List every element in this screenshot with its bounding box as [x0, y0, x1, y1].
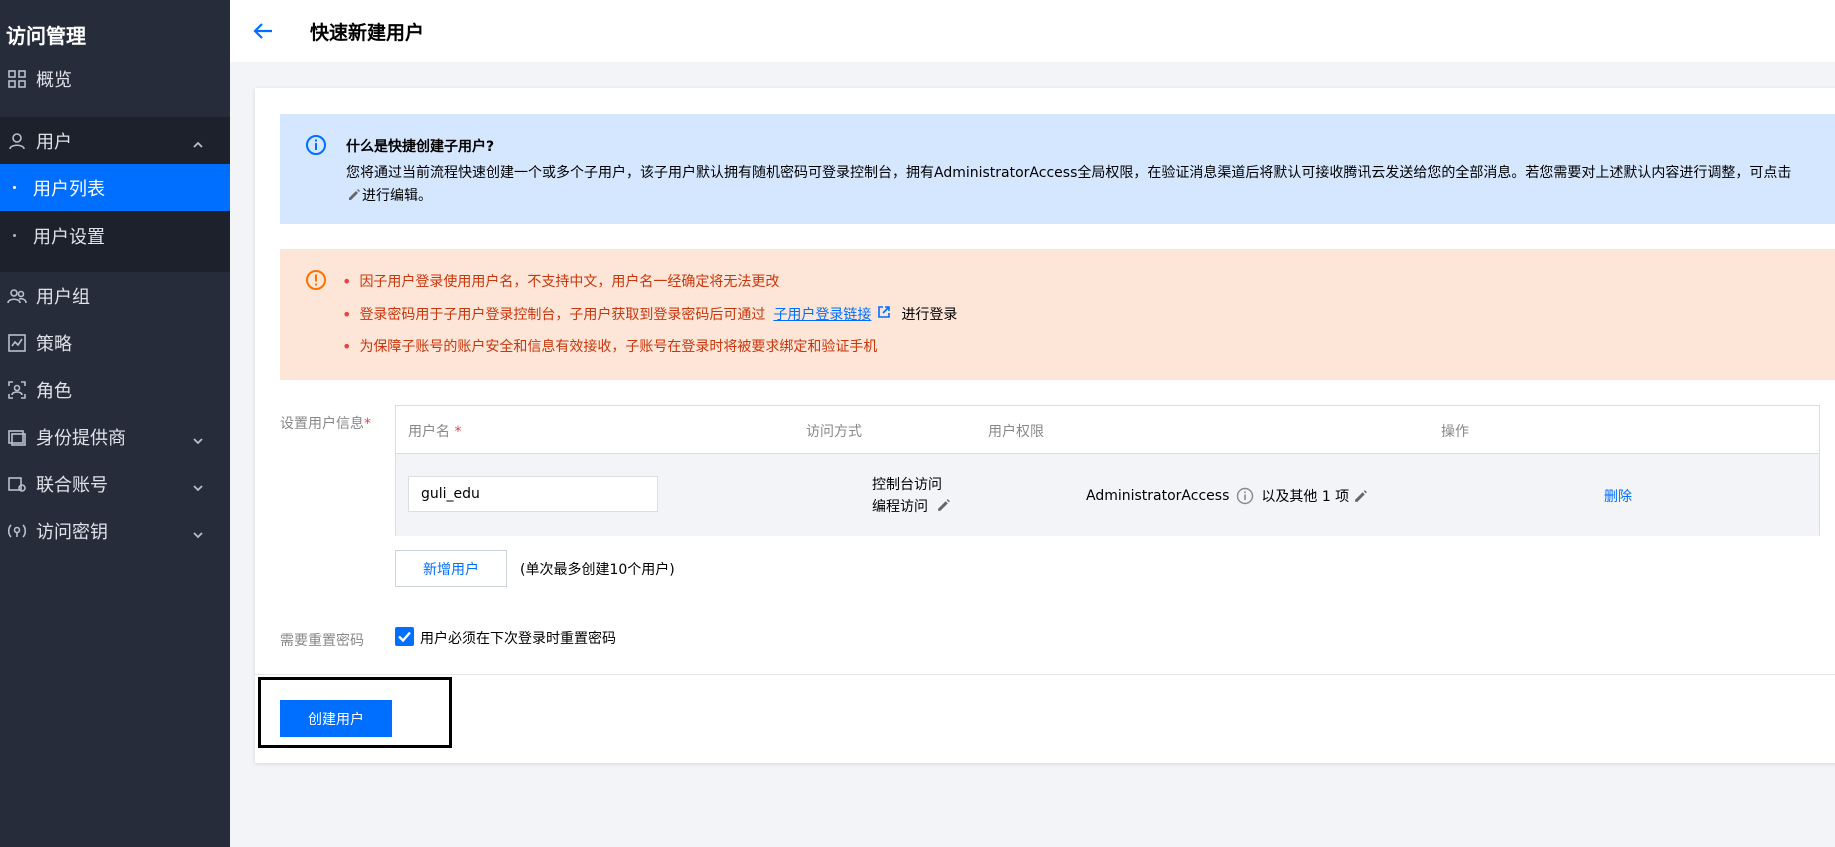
table-header: 用户名 * 访问方式 用户权限 操作 — [396, 406, 1819, 454]
page-title: 快速新建用户 — [310, 22, 425, 44]
sidebar: 访问管理 概览 用户 用户列表 用户设置 用户组 策略 角色 身份提供商 联合账… — [0, 0, 230, 847]
footer-divider — [255, 674, 1835, 675]
bullet-icon — [13, 234, 16, 237]
sidebar-item-label: 访问密钥 — [36, 521, 108, 543]
info-circle-icon — [305, 134, 327, 156]
permissions-cell: AdministratorAccess 以及其他 1 项 — [1086, 486, 1368, 506]
chevron-down-icon — [192, 431, 204, 444]
sidebar-submenu-users: 用户列表 用户设置 — [0, 164, 230, 272]
required-mark: * — [454, 424, 462, 440]
reset-password-checkbox[interactable] — [395, 627, 414, 646]
bullet-icon — [13, 186, 16, 189]
access-method-cell: 控制台访问 编程访问 — [872, 474, 951, 518]
sidebar-item-policies[interactable]: 策略 — [0, 319, 230, 366]
info-circle-icon[interactable] — [1236, 487, 1254, 505]
delete-user-link[interactable]: 删除 — [1604, 486, 1632, 506]
sidebar-item-overview[interactable]: 概览 — [0, 55, 230, 102]
add-user-button[interactable]: 新增用户 — [395, 550, 507, 587]
add-user-note: (单次最多创建10个用户) — [520, 562, 675, 578]
user-group-icon — [6, 285, 28, 307]
dashboard-icon — [6, 68, 28, 90]
column-actions: 操作 — [1441, 424, 1469, 440]
user-icon — [6, 130, 28, 152]
edit-access-pencil-icon[interactable] — [936, 498, 951, 513]
create-user-button[interactable]: 创建用户 — [280, 700, 392, 737]
access-programmatic-line: 编程访问 — [872, 496, 951, 518]
sidebar-item-label: 策略 — [36, 333, 72, 355]
sidebar-item-roles[interactable]: 角色 — [0, 366, 230, 413]
policy-icon — [6, 332, 28, 354]
pencil-icon[interactable] — [347, 187, 361, 201]
sidebar-item-label: 概览 — [36, 69, 72, 91]
page-header: 快速新建用户 — [230, 0, 1835, 62]
sidebar-item-label: 用户 — [36, 131, 72, 153]
warning-item: 登录密码用于子用户登录控制台，子用户获取到登录密码后可通过子用户登录链接进行登录 — [342, 304, 957, 337]
required-mark: * — [364, 416, 371, 432]
column-permissions: 用户权限 — [988, 424, 1044, 440]
warning-list: 因子用户登录使用用户名，不支持中文，用户名一经确定将无法更改 登录密码用于子用户… — [342, 271, 957, 369]
external-link-icon[interactable] — [877, 304, 891, 318]
chevron-up-icon — [192, 135, 204, 148]
sidebar-item-label: 身份提供商 — [36, 427, 126, 449]
sidebar-item-access-keys[interactable]: 访问密钥 — [0, 507, 230, 554]
chevron-down-icon — [192, 525, 204, 538]
sidebar-title: 访问管理 — [6, 24, 86, 48]
permission-more: 以及其他 1 项 — [1261, 489, 1350, 505]
chevron-down-icon — [192, 478, 204, 491]
edit-permission-pencil-icon[interactable] — [1353, 489, 1368, 504]
username-input[interactable] — [408, 476, 658, 512]
sidebar-item-user-list[interactable]: 用户列表 — [0, 164, 230, 211]
sidebar-item-user-settings[interactable]: 用户设置 — [0, 212, 230, 259]
warning-item: 因子用户登录使用用户名，不支持中文，用户名一经确定将无法更改 — [342, 271, 957, 304]
main-card: 什么是快捷创建子用户? 您将通过当前流程快速创建一个或多个子用户，该子用户默认拥… — [255, 88, 1835, 763]
sidebar-item-label: 联合账号 — [36, 474, 108, 496]
user-table: 用户名 * 访问方式 用户权限 操作 控制台访问 编程访问 Administra… — [395, 405, 1820, 536]
sidebar-item-federated-accounts[interactable]: 联合账号 — [0, 460, 230, 507]
column-access-method: 访问方式 — [806, 424, 862, 440]
info-title: 什么是快捷创建子用户? — [346, 139, 495, 155]
warning-alert: 因子用户登录使用用户名，不支持中文，用户名一经确定将无法更改 登录密码用于子用户… — [280, 249, 1835, 380]
sidebar-item-label: 用户组 — [36, 286, 90, 308]
reset-password-checkbox-label[interactable]: 用户必须在下次登录时重置密码 — [420, 628, 616, 648]
sidebar-item-user-groups[interactable]: 用户组 — [0, 272, 230, 319]
access-console: 控制台访问 — [872, 477, 942, 493]
identity-provider-icon — [6, 426, 28, 448]
permission-name: AdministratorAccess — [1086, 488, 1230, 504]
access-key-icon — [6, 520, 28, 542]
back-arrow-icon[interactable] — [250, 18, 276, 44]
sidebar-item-label: 用户设置 — [33, 226, 105, 248]
role-icon — [6, 379, 28, 401]
warning-item: 为保障子账号的账户安全和信息有效接收，子账号在登录时将被要求绑定和验证手机 — [342, 336, 957, 369]
sidebar-item-identity-providers[interactable]: 身份提供商 — [0, 413, 230, 460]
checkmark-icon — [398, 631, 411, 643]
info-text: 您将通过当前流程快速创建一个或多个子用户，该子用户默认拥有随机密码可登录控制台，… — [346, 165, 1792, 204]
user-info-label: 设置用户信息* — [280, 416, 371, 432]
info-alert: 什么是快捷创建子用户? 您将通过当前流程快速创建一个或多个子用户，该子用户默认拥… — [280, 114, 1835, 224]
reset-password-label: 需要重置密码 — [280, 633, 364, 649]
warning-circle-icon — [305, 269, 327, 291]
sidebar-item-label: 用户列表 — [33, 178, 105, 200]
sidebar-item-label: 角色 — [36, 380, 72, 402]
table-row: 控制台访问 编程访问 AdministratorAccess 以及其他 1 项 … — [396, 454, 1819, 536]
column-username: 用户名 * — [408, 424, 462, 440]
sub-user-login-link[interactable]: 子用户登录链接 — [773, 304, 871, 326]
sidebar-item-users[interactable]: 用户 — [0, 117, 230, 164]
federated-account-icon — [6, 473, 28, 495]
